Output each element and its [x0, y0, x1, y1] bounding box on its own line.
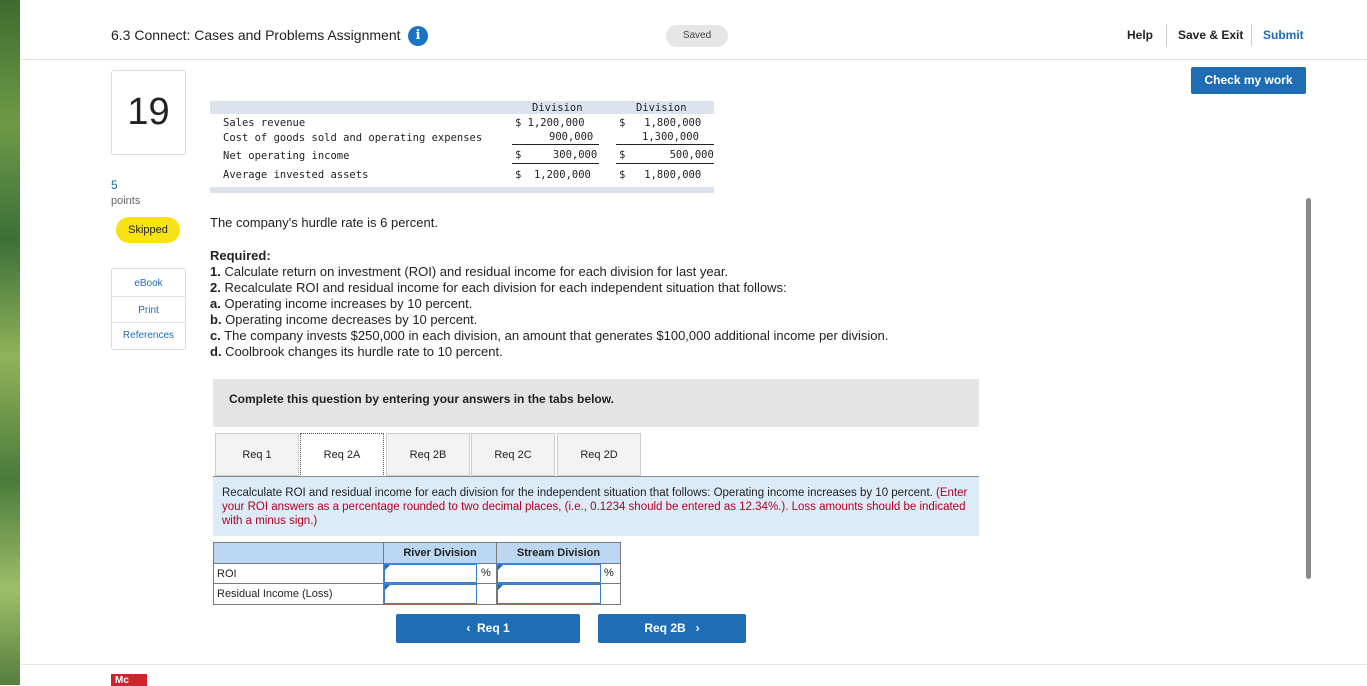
- hurdle-rate-text: The company's hurdle rate is 6 percent.: [210, 215, 438, 230]
- col-header-river: River Division: [383, 542, 497, 564]
- requirement-item: c. The company invests $250,000 in each …: [210, 328, 889, 343]
- sales-revenue-div1: $ 1,200,000: [515, 117, 585, 129]
- col-header-stream: Stream Division: [496, 542, 621, 564]
- table-footer-band: [210, 187, 714, 193]
- requirement-item: b. Operating income decreases by 10 perc…: [210, 312, 478, 327]
- residual-income-stream-input[interactable]: [497, 584, 601, 604]
- roi-stream-percent: %: [604, 567, 614, 579]
- division-header-1: Division: [532, 102, 583, 114]
- row-label-roi: ROI: [213, 563, 384, 584]
- row-label-average-invested-assets: Average invested assets: [223, 169, 369, 181]
- divider: [112, 296, 185, 297]
- total-rule-2: [616, 163, 714, 164]
- skipped-status-badge: Skipped: [116, 217, 180, 243]
- complete-instruction-box: Complete this question by entering your …: [213, 379, 979, 427]
- requirement-item: 1. Calculate return on investment (ROI) …: [210, 264, 729, 279]
- scrollbar[interactable]: [1306, 198, 1311, 579]
- next-req-button[interactable]: Req 2B ›: [598, 614, 746, 643]
- division-financial-table: Division Division Sales revenue $ 1,200,…: [210, 101, 714, 193]
- saved-status-badge: Saved: [666, 25, 728, 47]
- points-label: points: [111, 195, 141, 207]
- references-link[interactable]: References: [112, 330, 185, 341]
- print-link[interactable]: Print: [112, 305, 185, 316]
- save-exit-link[interactable]: Save & Exit: [1178, 28, 1243, 42]
- header-divider: [1251, 24, 1252, 46]
- total-rule-1: [512, 163, 599, 164]
- tab-req-2b[interactable]: Req 2B: [386, 433, 470, 476]
- requirement-item: 2. Recalculate ROI and residual income f…: [210, 280, 787, 295]
- subtotal-rule-1: [512, 144, 599, 145]
- row-label-residual-income: Residual Income (Loss): [213, 583, 384, 605]
- row-label-net-operating-income: Net operating income: [223, 150, 350, 162]
- assignment-title: 6.3 Connect: Cases and Problems Assignme…: [111, 27, 401, 43]
- desktop-background-strip: [0, 0, 20, 685]
- roi-river-input[interactable]: [384, 564, 477, 583]
- submit-link[interactable]: Submit: [1263, 28, 1304, 42]
- question-number: 19: [111, 70, 186, 155]
- requirements-block: Required: 1. Calculate return on investm…: [210, 248, 888, 360]
- roi-river-percent: %: [481, 567, 491, 579]
- requirement-item: a. Operating income increases by 10 perc…: [210, 296, 473, 311]
- chevron-right-icon: ›: [695, 621, 700, 635]
- residual-income-river-input[interactable]: [384, 584, 477, 604]
- help-link[interactable]: Help: [1127, 28, 1153, 42]
- check-my-work-button[interactable]: Check my work: [1191, 67, 1306, 94]
- info-icon[interactable]: i: [408, 26, 428, 46]
- mcgraw-hill-logo: Mc: [111, 674, 147, 686]
- tab-req-2d[interactable]: Req 2D: [557, 433, 641, 476]
- footer: Mc: [20, 664, 1367, 686]
- cogs-div2: 1,300,000: [642, 131, 699, 143]
- net-income-div2: $ 500,000: [619, 149, 714, 161]
- resources-panel: eBook Print References: [111, 268, 186, 350]
- row-label-cogs: Cost of goods sold and operating expense…: [223, 132, 483, 144]
- assignment-header: 6.3 Connect: Cases and Problems Assignme…: [20, 14, 1367, 60]
- row-label-sales-revenue: Sales revenue: [223, 117, 306, 129]
- chevron-left-icon: ‹: [466, 621, 471, 635]
- complete-instruction-text: Complete this question by entering your …: [229, 392, 614, 406]
- divider: [112, 322, 185, 323]
- subtotal-rule-2: [616, 144, 714, 145]
- table-corner-cell: [213, 542, 384, 564]
- tab-req-2a[interactable]: Req 2A: [300, 433, 384, 477]
- ebook-link[interactable]: eBook: [112, 278, 185, 289]
- assets-div1: $ 1,200,000: [515, 169, 591, 181]
- requirement-item: d. Coolbrook changes its hurdle rate to …: [210, 344, 503, 359]
- tab-instruction-box: Recalculate ROI and residual income for …: [213, 477, 979, 536]
- tab-req-1[interactable]: Req 1: [215, 433, 299, 476]
- prev-req-button[interactable]: ‹ Req 1: [396, 614, 580, 643]
- header-divider: [1166, 24, 1167, 46]
- tab-instruction-text: Recalculate ROI and residual income for …: [222, 487, 968, 527]
- cogs-div1: 900,000: [549, 131, 594, 143]
- sales-revenue-div2: $ 1,800,000: [619, 117, 702, 129]
- roi-stream-input[interactable]: [497, 564, 601, 583]
- browser-toolbar-remnant: [20, 0, 1367, 15]
- division-header-2: Division: [636, 102, 687, 114]
- tab-req-2c[interactable]: Req 2C: [471, 433, 555, 476]
- assets-div2: $ 1,800,000: [619, 169, 702, 181]
- points-value: 5: [111, 178, 118, 192]
- required-label: Required:: [210, 248, 271, 263]
- net-income-div1: $ 300,000: [515, 149, 598, 161]
